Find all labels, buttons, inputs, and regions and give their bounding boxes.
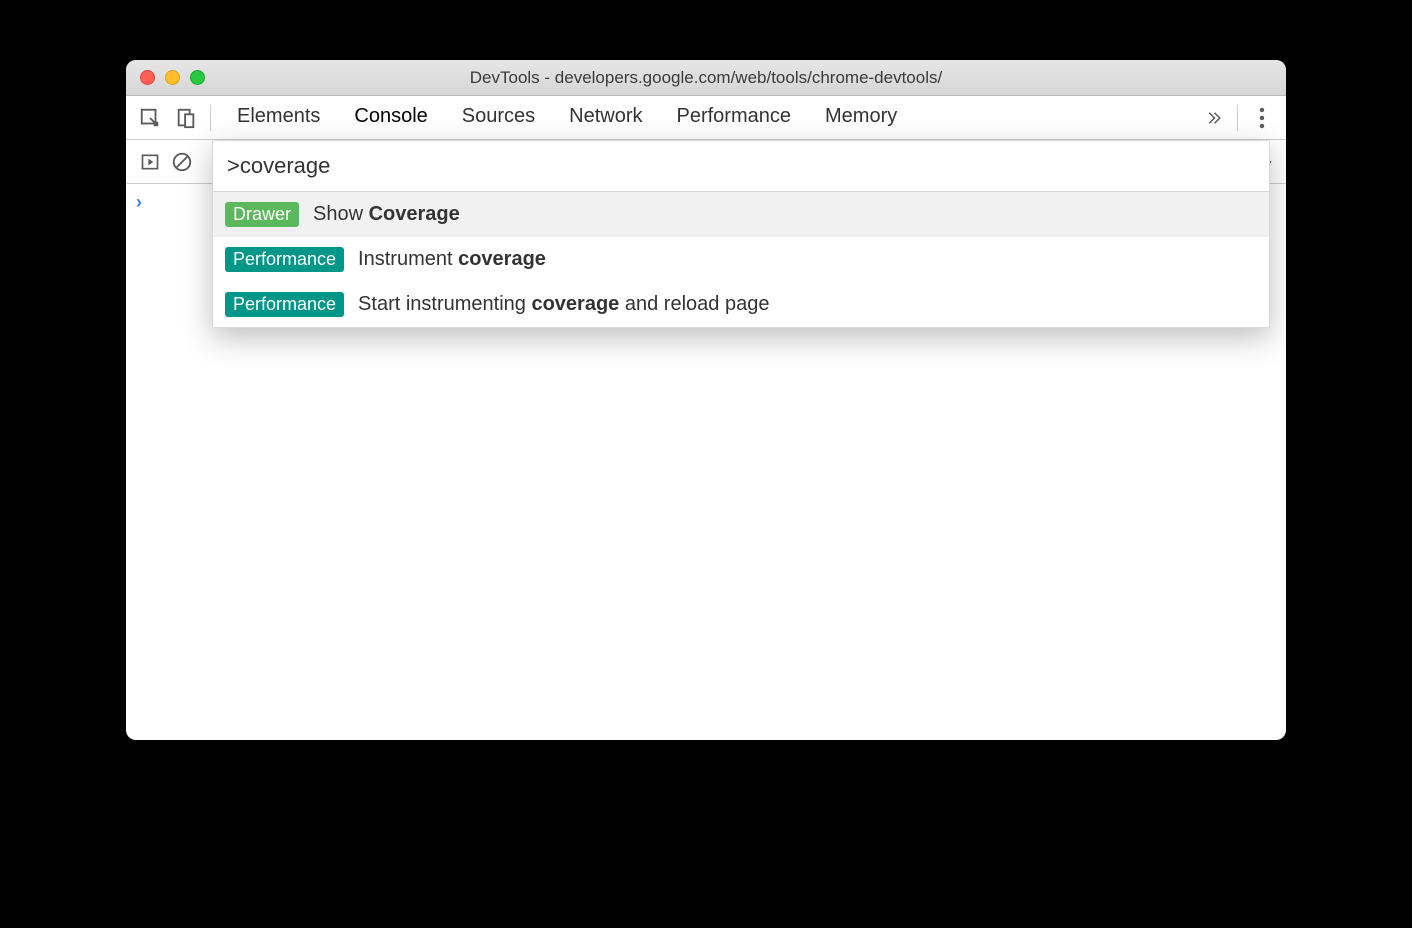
tab-console[interactable]: Console	[354, 105, 427, 130]
tab-elements[interactable]: Elements	[237, 105, 320, 130]
titlebar: DevTools - developers.google.com/web/too…	[126, 60, 1286, 96]
kebab-menu-icon[interactable]	[1246, 102, 1278, 134]
close-window-button[interactable]	[140, 70, 155, 85]
command-category-badge: Drawer	[225, 202, 299, 227]
clear-console-icon[interactable]	[166, 146, 198, 178]
command-menu-item[interactable]: Drawer Show Coverage	[213, 192, 1269, 237]
command-menu: Drawer Show Coverage Performance Instrument…	[212, 140, 1270, 328]
separator	[1237, 105, 1238, 131]
command-menu-item[interactable]: Performance Start instrumenting coverage …	[213, 282, 1269, 327]
devtools-window: DevTools - developers.google.com/web/too…	[126, 60, 1286, 740]
main-tabs-bar: Elements Console Sources Network Performance…	[126, 96, 1286, 140]
maximize-window-button[interactable]	[190, 70, 205, 85]
minimize-window-button[interactable]	[165, 70, 180, 85]
separator	[210, 105, 211, 131]
command-label: Start instrumenting coverage and reload …	[358, 293, 769, 316]
tab-memory[interactable]: Memory	[825, 105, 897, 130]
command-label: Instrument coverage	[358, 248, 546, 271]
tab-network[interactable]: Network	[569, 105, 642, 130]
command-menu-input[interactable]	[213, 141, 1269, 192]
window-title: DevTools - developers.google.com/web/too…	[126, 68, 1286, 88]
inspect-element-icon[interactable]	[134, 102, 166, 134]
tab-sources[interactable]: Sources	[462, 105, 535, 130]
command-menu-item[interactable]: Performance Instrument coverage	[213, 237, 1269, 282]
device-toolbar-icon[interactable]	[170, 102, 202, 134]
command-category-badge: Performance	[225, 292, 344, 317]
toggle-sidebar-icon[interactable]	[134, 146, 166, 178]
traffic-lights	[126, 70, 205, 85]
command-menu-results: Drawer Show Coverage Performance Instrument…	[213, 192, 1269, 327]
command-category-badge: Performance	[225, 247, 344, 272]
tabs-container: Elements Console Sources Network Performance…	[219, 105, 1193, 130]
console-prompt-indicator: ›	[136, 192, 142, 212]
more-tabs-icon[interactable]	[1197, 102, 1229, 134]
command-label: Show Coverage	[313, 203, 460, 226]
tab-performance[interactable]: Performance	[677, 105, 792, 130]
